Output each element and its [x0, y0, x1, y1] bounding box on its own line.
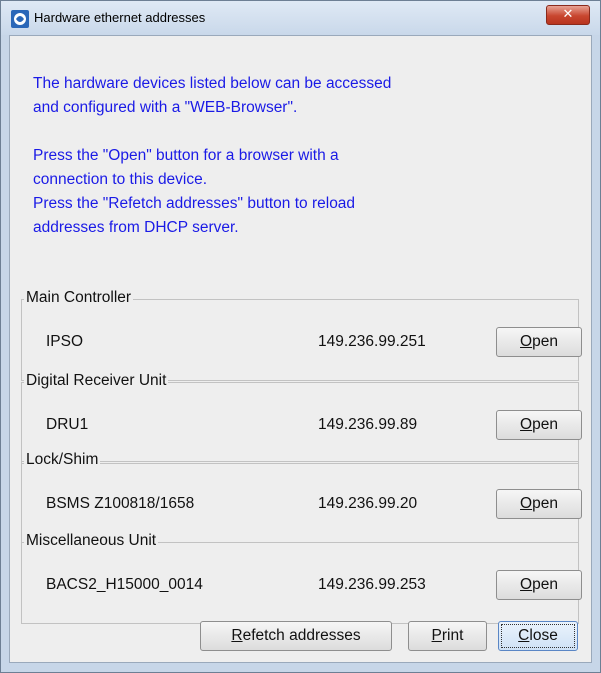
- open-button-miscellaneous-unit[interactable]: Open: [496, 570, 582, 600]
- app-logo-icon: [11, 10, 29, 28]
- open-button-lock-shim[interactable]: Open: [496, 489, 582, 519]
- group-miscellaneous-unit: Miscellaneous Unit BACS2_H15000_0014 149…: [21, 532, 582, 624]
- window-title: Hardware ethernet addresses: [34, 10, 206, 25]
- print-mnemonic: P: [431, 627, 442, 644]
- dialog-window: Hardware ethernet addresses ✕ The hardwa…: [0, 0, 601, 673]
- device-name: BSMS Z100818/1658: [46, 495, 195, 512]
- close-button[interactable]: Close: [498, 621, 578, 651]
- info-line-7: addresses from DHCP server.: [33, 219, 239, 236]
- device-name: IPSO: [46, 333, 84, 350]
- device-ip: 149.236.99.89: [318, 416, 418, 433]
- group-title: Digital Receiver Unit: [24, 372, 169, 390]
- close-mnemonic: C: [518, 627, 530, 644]
- window-close-button[interactable]: ✕: [546, 5, 590, 25]
- info-line-2: and configured with a "WEB-Browser".: [33, 99, 298, 116]
- info-line-6: Press the "Refetch addresses" button to …: [33, 195, 356, 212]
- info-line-5: connection to this device.: [33, 171, 208, 188]
- print-label-rest: rint: [441, 627, 464, 644]
- open-mnemonic: O: [520, 495, 533, 512]
- refetch-addresses-button[interactable]: Refetch addresses: [200, 621, 392, 651]
- print-button[interactable]: Print: [408, 621, 487, 651]
- title-bar[interactable]: Hardware ethernet addresses ✕: [1, 1, 600, 35]
- group-title: Main Controller: [24, 289, 134, 307]
- close-icon: ✕: [562, 7, 574, 22]
- group-digital-receiver-unit: Digital Receiver Unit DRU1 149.236.99.89…: [21, 372, 582, 464]
- group-lock-shim: Lock/Shim BSMS Z100818/1658 149.236.99.2…: [21, 451, 582, 543]
- open-label-rest: pen: [532, 495, 558, 512]
- open-label-rest: pen: [532, 333, 558, 350]
- open-button-digital-receiver-unit[interactable]: Open: [496, 410, 582, 440]
- open-mnemonic: O: [520, 416, 533, 433]
- device-ip: 149.236.99.253: [318, 576, 426, 593]
- info-line-4: Press the "Open" button for a browser wi…: [33, 147, 339, 164]
- device-ip: 149.236.99.20: [318, 495, 418, 512]
- open-mnemonic: O: [520, 333, 533, 350]
- group-title: Lock/Shim: [24, 451, 101, 469]
- refetch-label-rest: efetch addresses: [242, 627, 361, 644]
- close-label-rest: lose: [529, 627, 558, 644]
- device-name: BACS2_H15000_0014: [46, 576, 203, 593]
- device-ip: 149.236.99.251: [318, 333, 426, 350]
- group-title: Miscellaneous Unit: [24, 532, 159, 550]
- open-label-rest: pen: [532, 576, 558, 593]
- open-mnemonic: O: [520, 576, 533, 593]
- info-line-1: The hardware devices listed below can be…: [33, 75, 392, 92]
- refetch-mnemonic: R: [231, 627, 243, 644]
- group-main-controller: Main Controller IPSO 149.236.99.251 Open: [21, 289, 582, 381]
- open-label-rest: pen: [532, 416, 558, 433]
- device-name: DRU1: [46, 416, 89, 433]
- open-button-main-controller[interactable]: Open: [496, 327, 582, 357]
- dialog-content: The hardware devices listed below can be…: [9, 35, 592, 663]
